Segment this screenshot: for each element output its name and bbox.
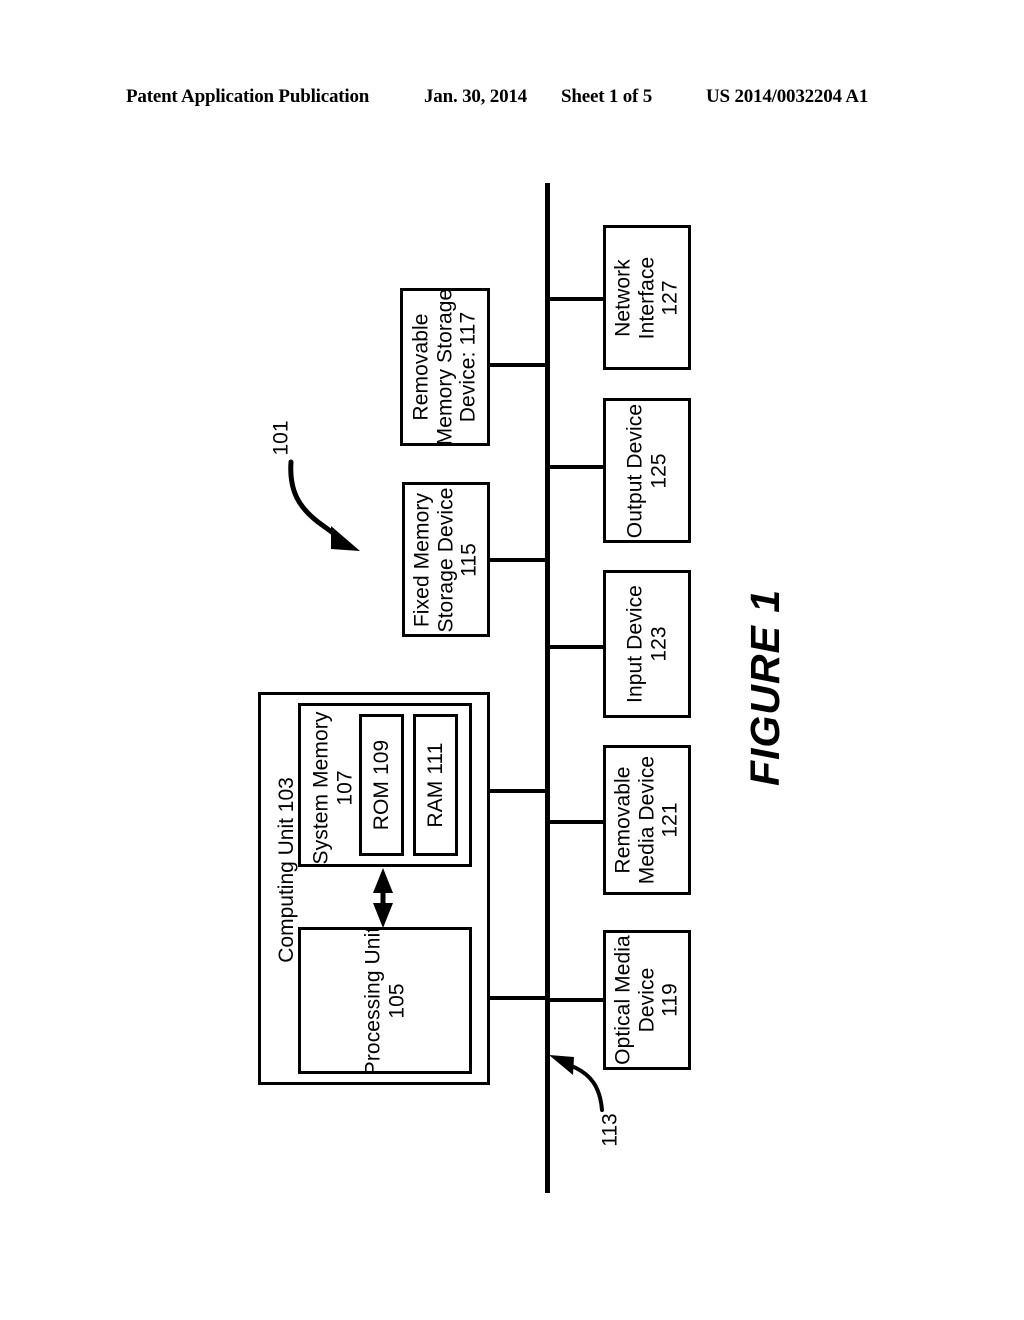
bus-connector-processing-unit	[489, 996, 547, 1000]
output-device-line2: 125	[647, 452, 670, 489]
removable-media-device-line3: 121	[658, 802, 682, 838]
figure-annotations-layer	[288, 459, 604, 1112]
bus-connector-removable-memory-storage	[489, 363, 547, 367]
removable-memory-storage-device-line2: Memory Storage	[433, 288, 457, 446]
bus-connector-input-device	[547, 645, 603, 649]
optical-media-device-line2: Device	[635, 967, 659, 1033]
input-device-line1: Input Device	[623, 585, 647, 703]
removable-media-device-label: Removable Media Device 121	[612, 756, 683, 884]
bus-connector-system-memory	[489, 789, 547, 793]
output-device-box: Output Device 125	[603, 398, 691, 543]
bus-connector-removable-media-device	[547, 820, 603, 824]
removable-media-device-box: Removable Media Device 121	[603, 745, 691, 895]
fixed-memory-storage-device-label: Fixed Memory Storage Device 115	[411, 487, 482, 632]
optical-media-device-box: Optical Media Device 119	[603, 930, 691, 1070]
input-device-label: Input Device 123	[623, 585, 670, 703]
removable-media-device-line2: Media Device	[635, 755, 659, 885]
output-device-label: Output Device 125	[623, 403, 670, 537]
removable-memory-storage-device-line1: Removable	[409, 313, 433, 421]
processing-unit-box: Processing Unit 105	[298, 926, 472, 1075]
network-interface-line3: 127	[658, 279, 682, 316]
system-memory-label: System Memory 107	[309, 712, 356, 865]
network-interface-line1: Network	[611, 258, 635, 337]
output-device-line1: Output Device	[623, 403, 647, 538]
removable-memory-storage-device-label: Removable Memory Storage Device: 117	[410, 289, 481, 446]
removable-memory-storage-device-box: Removable Memory Storage Device: 117	[400, 288, 490, 446]
processing-unit-label: Processing Unit 105	[361, 926, 408, 1075]
fixed-memory-storage-device-box: Fixed Memory Storage Device 115	[402, 482, 490, 637]
ram-label: RAM 111	[423, 742, 447, 828]
system-callout-101: 101	[269, 420, 293, 456]
bus-connector-network-interface	[547, 297, 603, 301]
processing-unit-label-line1: Processing Unit	[361, 926, 385, 1075]
removable-media-device-line1: Removable	[611, 766, 635, 874]
bus-connector-optical-media-device	[547, 998, 603, 1002]
removable-memory-storage-device-line3: Device: 117	[456, 311, 480, 423]
network-interface-line2: Interface	[635, 256, 659, 339]
bus-connector-fixed-memory-storage	[489, 558, 547, 562]
bus-connector-output-device	[547, 465, 603, 469]
ram-box: RAM 111	[413, 714, 458, 856]
bus-callout-leader	[549, 1055, 604, 1112]
bus-callout-113: 113	[598, 1113, 622, 1147]
network-interface-box: Network Interface 127	[603, 225, 691, 370]
rom-box: ROM 109	[359, 714, 404, 856]
processing-unit-label-line2: 105	[385, 982, 408, 1019]
system-bus-line	[545, 183, 550, 1193]
input-device-box: Input Device 123	[603, 570, 691, 718]
system-memory-label-line2: 107	[333, 770, 356, 806]
rom-label: ROM 109	[369, 739, 393, 831]
optical-media-device-label: Optical Media Device 119	[612, 935, 683, 1065]
input-device-line2: 123	[647, 626, 670, 662]
computing-unit-label: Computing Unit 103	[275, 777, 299, 963]
system-memory-label-line1: System Memory	[309, 711, 333, 865]
patent-figure-1: Computing Unit 103 System Memory 107 ROM…	[0, 0, 1024, 1320]
fixed-memory-storage-device-line1: Fixed Memory	[410, 492, 434, 627]
fixed-memory-storage-device-line3: 115	[457, 542, 481, 577]
optical-media-device-line1: Optical Media	[611, 935, 635, 1065]
network-interface-label: Network Interface 127	[612, 256, 683, 339]
fixed-memory-storage-device-line2: Storage Device	[434, 487, 458, 632]
system-callout-leader	[288, 459, 360, 551]
figure-caption: FIGURE 1	[742, 588, 789, 787]
optical-media-device-line3: 119	[658, 983, 682, 1017]
